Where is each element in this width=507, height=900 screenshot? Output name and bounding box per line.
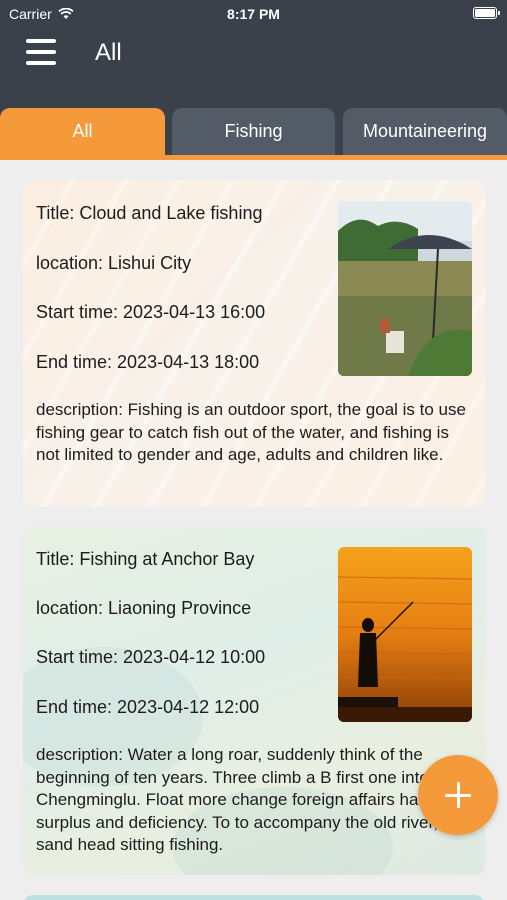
card-title: Title: Cloud and Lake fishing [36, 203, 263, 223]
hamburger-icon [26, 39, 56, 43]
app-header: Carrier 8:17 PM All All Fishing Mountain… [0, 0, 507, 160]
add-activity-button[interactable] [418, 755, 498, 835]
card-title: Title: Fishing at Anchor Bay [36, 549, 255, 569]
tab-indicator [0, 155, 507, 160]
activity-card[interactable]: Title: Cloud and Lake fishing location: … [23, 180, 485, 507]
card-image [338, 547, 472, 722]
card-start-time: Start time: 2023-04-13 16:00 [36, 302, 266, 322]
menu-button[interactable] [26, 37, 58, 67]
tab-all[interactable]: All [0, 108, 165, 155]
card-description: description: Fishing is an outdoor sport… [36, 400, 466, 464]
status-bar: Carrier 8:17 PM [0, 0, 507, 28]
category-tabs: All Fishing Mountaineering [0, 108, 507, 155]
card-end-time: End time: 2023-04-12 12:00 [36, 697, 260, 717]
battery-icon [473, 7, 500, 19]
activity-card[interactable]: Title: Fishing at Anchor Bay location: L… [23, 527, 485, 875]
activity-card-partial[interactable] [23, 895, 485, 900]
tab-mountaineering[interactable]: Mountaineering [343, 108, 507, 155]
status-time: 8:17 PM [227, 6, 280, 22]
card-end-time: End time: 2023-04-13 18:00 [36, 352, 260, 372]
card-start-time: Start time: 2023-04-12 10:00 [36, 647, 266, 667]
card-description: description: Water a long roar, suddenly… [36, 745, 458, 854]
tab-fishing[interactable]: Fishing [172, 108, 335, 155]
card-location: location: Liaoning Province [36, 598, 252, 618]
card-image [338, 201, 472, 376]
card-location: location: Lishui City [36, 253, 192, 273]
page-title: All [95, 39, 122, 66]
